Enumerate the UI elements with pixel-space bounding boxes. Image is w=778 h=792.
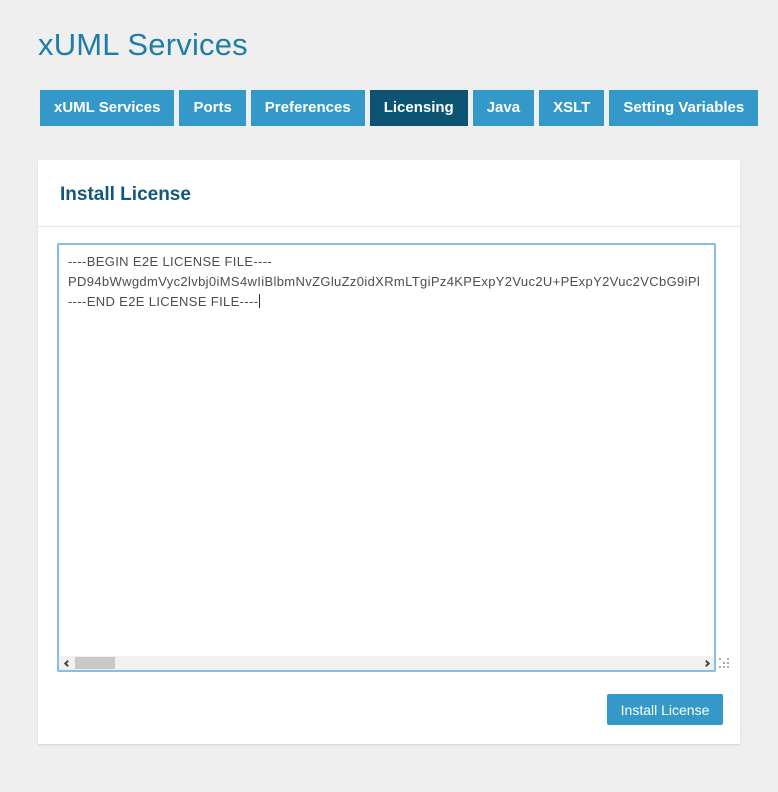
scrollbar-thumb[interactable] [75, 657, 115, 669]
license-text: ----BEGIN E2E LICENSE FILE---- PD94bWwgdm… [59, 245, 714, 656]
scroll-left-button[interactable] [59, 656, 73, 670]
xuml-services-page: xUML Services xUML Services Ports Prefer… [0, 0, 778, 792]
tab-bar: xUML Services Ports Preferences Licensin… [40, 90, 759, 126]
license-line: ----END E2E LICENSE FILE---- [68, 294, 259, 309]
tab-xslt[interactable]: XSLT [539, 90, 605, 126]
tab-preferences[interactable]: Preferences [250, 90, 365, 126]
tab-setting-variables[interactable]: Setting Variables [609, 90, 759, 126]
license-line: PD94bWwgdmVyc2lvbj0iMS4wIiBlbmNvZGluZz0i… [68, 274, 701, 289]
text-cursor [259, 294, 261, 308]
resize-grip-icon[interactable] [719, 658, 730, 669]
install-license-button[interactable]: Install License [607, 694, 723, 725]
tab-java[interactable]: Java [472, 90, 535, 126]
tab-licensing[interactable]: Licensing [369, 90, 468, 126]
tab-ports[interactable]: Ports [179, 90, 246, 126]
horizontal-scrollbar[interactable] [59, 656, 714, 670]
panel-heading: Install License [60, 184, 191, 205]
chevron-right-icon [702, 659, 710, 667]
scroll-right-button[interactable] [700, 656, 714, 670]
panel-header: Install License [38, 160, 740, 227]
license-textarea[interactable]: ----BEGIN E2E LICENSE FILE---- PD94bWwgdm… [57, 243, 716, 672]
chevron-left-icon [63, 659, 71, 667]
page-title: xUML Services [38, 27, 248, 62]
license-line: ----BEGIN E2E LICENSE FILE---- [68, 254, 273, 269]
install-license-panel: Install License ----BEGIN E2E LICENSE FI… [38, 160, 740, 744]
tab-xuml-services[interactable]: xUML Services [40, 90, 175, 126]
